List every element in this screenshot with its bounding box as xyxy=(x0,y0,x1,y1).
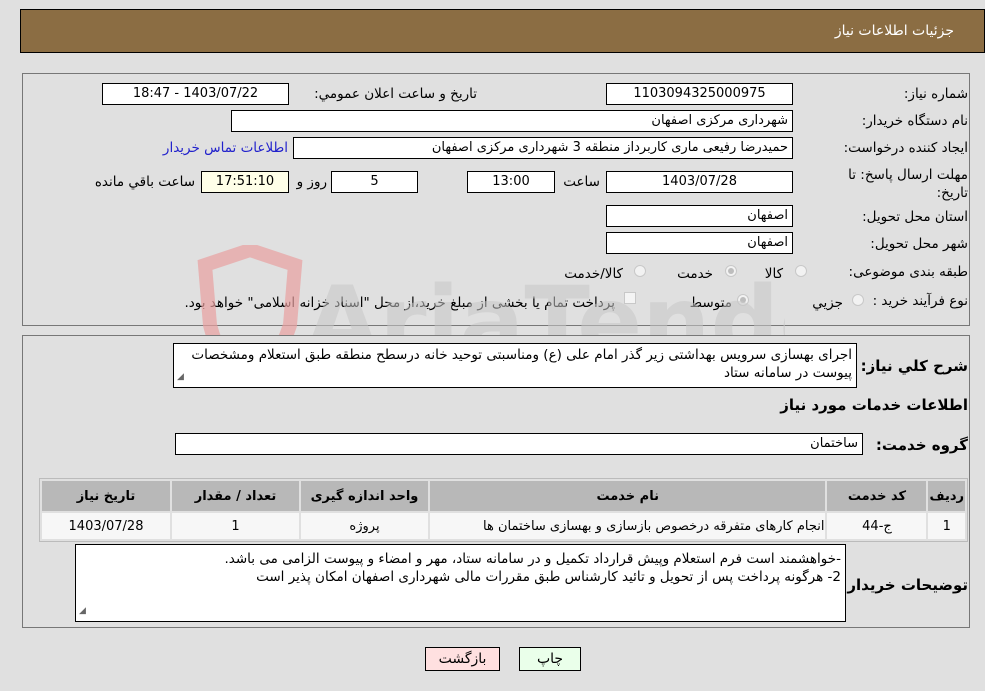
city-field[interactable]: اصفهان xyxy=(606,232,793,254)
category-radio-goods-service[interactable] xyxy=(634,265,646,277)
back-button[interactable]: بازگشت xyxy=(425,647,500,671)
col-code: کد خدمت xyxy=(827,481,927,511)
service-group-field[interactable]: ساختمان xyxy=(175,433,863,455)
buyer-notes-line-2: 2- هرگونه پرداخت پس از تحویل و تائید کار… xyxy=(256,569,841,585)
summary-textarea[interactable]: اجرای بهسازی سرویس بهداشتی زیر گذر امام … xyxy=(173,343,857,388)
category-option-service: خدمت xyxy=(677,266,713,282)
category-radio-goods[interactable] xyxy=(795,265,807,277)
summary-label: شرح كلي نياز: xyxy=(860,357,968,375)
services-section-title: اطلاعات خدمات مورد نياز xyxy=(780,396,968,414)
print-button[interactable]: چاپ xyxy=(519,647,581,671)
category-radio-service[interactable] xyxy=(725,265,737,277)
col-row: رديف xyxy=(928,481,965,511)
creator-label: ايجاد کننده درخواست: xyxy=(843,140,968,156)
buyer-org-field[interactable]: شهرداری مرکزی اصفهان xyxy=(231,110,793,132)
cell-name: انجام کارهای متفرقه درخصوص بازسازی و بهس… xyxy=(430,513,826,539)
services-table: رديف کد خدمت نام خدمت واحد اندازه گيری ت… xyxy=(39,478,968,542)
city-label: شهر محل تحويل: xyxy=(870,236,968,252)
buyer-notes-line-1: -خواهشمند است فرم استعلام وپیش قرارداد ت… xyxy=(224,551,841,567)
col-name: نام خدمت xyxy=(430,481,826,511)
cell-date: 1403/07/28 xyxy=(42,513,170,539)
announce-field[interactable]: 1403/07/22 - 18:47 xyxy=(102,83,289,105)
col-unit: واحد اندازه گيری xyxy=(301,481,428,511)
treasury-note: پرداخت تمام يا بخشی از مبلغ خريد،از محل … xyxy=(184,295,615,311)
service-group-label: گروه خدمت: xyxy=(875,436,968,454)
col-quantity: تعداد / مقدار xyxy=(172,481,299,511)
time-label: ساعت xyxy=(563,174,600,190)
purchase-option-minor: جزيي xyxy=(812,295,843,311)
remaining-time-field: 17:51:10 xyxy=(201,171,289,193)
summary-text: اجرای بهسازی سرویس بهداشتی زیر گذر امام … xyxy=(191,347,852,381)
page-title: جزئيات اطلاعات نياز xyxy=(834,23,954,39)
days-field[interactable]: 5 xyxy=(331,171,418,193)
remaining-label: ساعت باقي مانده xyxy=(94,174,195,190)
page-header: جزئيات اطلاعات نياز xyxy=(20,9,985,53)
announce-label: تاريخ و ساعت اعلان عمومي: xyxy=(314,86,477,102)
buyer-notes-label: توضيحات خريدار: xyxy=(841,576,968,594)
deadline-date-field[interactable]: 1403/07/28 xyxy=(606,171,793,193)
cell-unit: پروژه xyxy=(301,513,428,539)
need-number-label: شماره نياز: xyxy=(903,86,968,102)
purchase-radio-minor[interactable] xyxy=(852,294,864,306)
table-header-row: رديف کد خدمت نام خدمت واحد اندازه گيری ت… xyxy=(42,481,965,511)
cell-row: 1 xyxy=(928,513,965,539)
deadline-time-field[interactable]: 13:00 xyxy=(467,171,555,193)
resize-grip-icon[interactable]: ◢ xyxy=(177,368,184,386)
cell-quantity: 1 xyxy=(172,513,299,539)
buyer-contact-link[interactable]: اطلاعات تماس خريدار xyxy=(163,140,288,156)
creator-field[interactable]: حمیدرضا رفیعی ماری کاربرداز منطقه 3 شهرد… xyxy=(293,137,793,159)
category-option-goods: کالا xyxy=(764,266,783,282)
cell-code: ج-44 xyxy=(827,513,927,539)
purchase-option-medium: متوسط xyxy=(689,295,732,311)
col-date: تاريخ نياز xyxy=(42,481,170,511)
resize-grip-icon[interactable]: ◢ xyxy=(79,602,86,620)
category-option-goods-service: کالا/خدمت xyxy=(564,266,623,282)
province-field[interactable]: اصفهان xyxy=(606,205,793,227)
category-label: طبقه بندی موضوعی: xyxy=(848,264,968,280)
buyer-notes-textarea[interactable]: -خواهشمند است فرم استعلام وپیش قرارداد ت… xyxy=(75,544,846,622)
purchase-type-label: نوع فرآيند خريد : xyxy=(872,293,968,309)
deadline-label: مهلت ارسال پاسخ: تا تاريخ: xyxy=(848,167,968,201)
treasury-checkbox[interactable] xyxy=(624,292,636,304)
table-row: 1 ج-44 انجام کارهای متفرقه درخصوص بازساز… xyxy=(42,513,965,539)
buyer-org-label: نام دستگاه خريدار: xyxy=(861,113,968,129)
need-number-field[interactable]: 1103094325000975 xyxy=(606,83,793,105)
province-label: استان محل تحويل: xyxy=(862,209,968,225)
days-label: روز و xyxy=(296,174,327,190)
purchase-radio-medium[interactable] xyxy=(737,294,749,306)
